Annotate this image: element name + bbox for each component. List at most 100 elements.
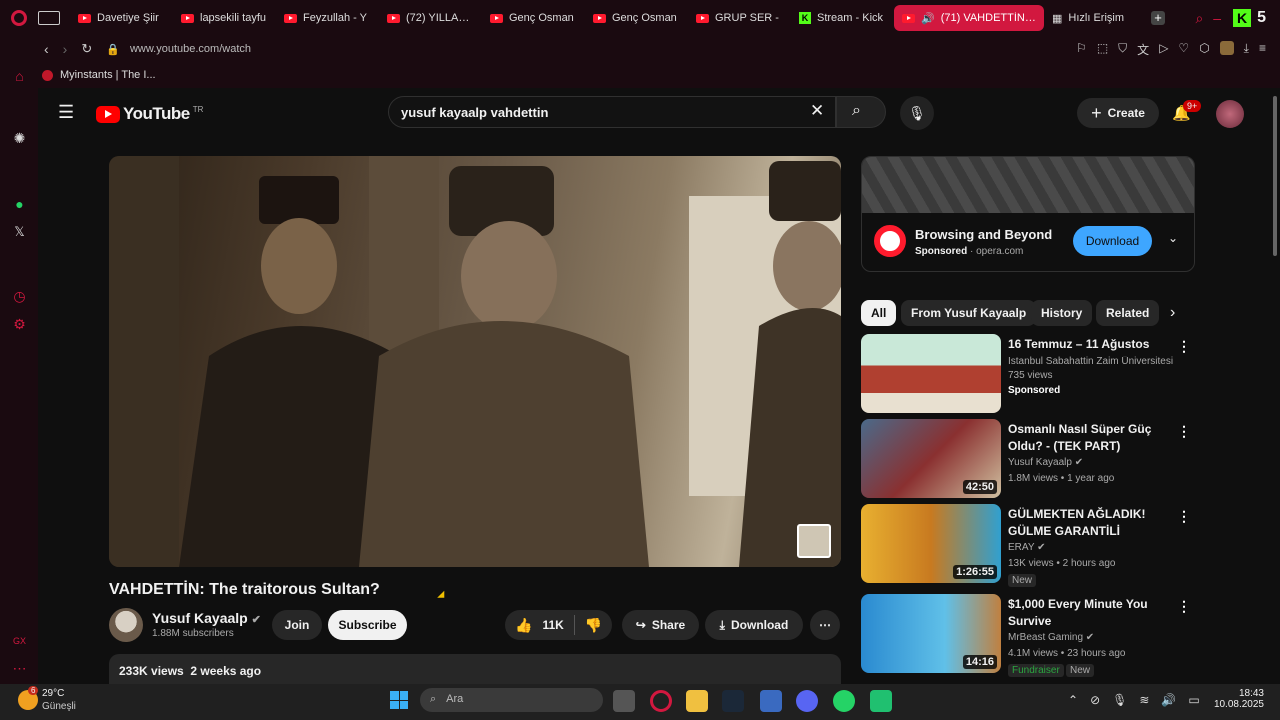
workspaces-icon[interactable] xyxy=(38,11,60,25)
app-icon-2[interactable] xyxy=(870,690,892,712)
tab-3[interactable]: (72) YILLAR U xyxy=(379,5,482,31)
task-view-icon[interactable] xyxy=(613,690,635,712)
channel-name-row[interactable]: Yusuf Kayaalp ✔ xyxy=(152,610,261,626)
battery-icon[interactable]: ▭ xyxy=(1188,693,1199,707)
more-vert-icon[interactable]: ⋮ xyxy=(1177,598,1191,615)
ad-card[interactable]: Browsing and Beyond Sponsored · opera.co… xyxy=(861,156,1195,272)
volume-icon[interactable]: 🔊 xyxy=(1161,693,1176,707)
avatar[interactable] xyxy=(1216,100,1244,128)
heart-icon[interactable]: ♡ xyxy=(1178,41,1189,58)
list-item[interactable]: 14:16 $1,000 Every Minute You Survive Mr… xyxy=(861,594,1201,677)
x-icon[interactable]: 𝕏 xyxy=(11,223,28,240)
gx-icon[interactable]: GX xyxy=(11,633,28,650)
app-icon[interactable] xyxy=(760,690,782,712)
channel-watermark[interactable] xyxy=(797,524,831,558)
more-icon[interactable]: ⋯ xyxy=(11,660,28,677)
new-tab-icon[interactable]: + xyxy=(1151,11,1165,25)
scrollbar[interactable] xyxy=(1270,88,1280,684)
snapshot-icon[interactable]: ⬚ xyxy=(1097,41,1108,58)
more-vert-icon[interactable]: ⋮ xyxy=(1177,338,1191,355)
like-count[interactable]: 11K xyxy=(542,618,563,632)
scrollbar-thumb[interactable] xyxy=(1273,96,1277,256)
extensions-icon[interactable]: ⬡ xyxy=(1199,41,1209,58)
tab-quick-access[interactable]: ▦ Hızlı Erişim xyxy=(1044,5,1147,31)
chip-related[interactable]: Related xyxy=(1096,300,1160,326)
video-player[interactable] xyxy=(109,156,841,567)
taskbar-search-input[interactable]: ⌕ Ara xyxy=(420,688,603,712)
forward-icon[interactable]: › xyxy=(63,41,68,57)
chevron-down-icon[interactable]: ⌄ xyxy=(1168,231,1178,245)
back-icon[interactable]: ‹ xyxy=(44,41,49,57)
history-icon[interactable]: ◷ xyxy=(11,288,28,305)
like-icon[interactable]: 👍 xyxy=(515,617,532,634)
more-vert-icon[interactable]: ⋮ xyxy=(1177,423,1191,440)
clear-search-icon[interactable]: ✕ xyxy=(810,101,824,121)
tab-label: (72) YILLAR U xyxy=(406,12,474,24)
tab-0[interactable]: Davetiye Şiir xyxy=(70,5,173,31)
windows-start-icon[interactable] xyxy=(390,691,408,709)
description-box[interactable]: 233K views 2 weeks ago xyxy=(109,654,841,684)
search-input[interactable]: yusuf kayaalp vahdettin xyxy=(388,96,836,128)
youtube-icon xyxy=(902,13,915,23)
aria-icon[interactable]: ⌂ xyxy=(11,68,28,85)
list-item[interactable]: 1:26:55 GÜLMEKTEN AĞLADIK! GÜLME GARANTİ… xyxy=(861,504,1201,587)
whatsapp-taskbar-icon[interactable] xyxy=(833,690,855,712)
discord-icon[interactable] xyxy=(796,690,818,712)
bookmark-item[interactable]: Myinstants | The I... xyxy=(60,69,156,81)
youtube-icon xyxy=(696,13,709,23)
kick-extension-icon[interactable]: K xyxy=(1233,9,1252,27)
clock[interactable]: 18:43 10.08.2025 xyxy=(1212,688,1264,710)
file-explorer-icon[interactable] xyxy=(686,690,708,712)
translate-icon[interactable]: 文 xyxy=(1137,41,1149,58)
more-vert-icon[interactable]: ⋮ xyxy=(1177,508,1191,525)
chevron-right-icon[interactable]: › xyxy=(1170,304,1175,322)
tab-1[interactable]: lapsekili tayfu xyxy=(173,5,276,31)
settings-icon[interactable]: ⚙ xyxy=(11,316,28,333)
bookmark-icon[interactable]: ⚐ xyxy=(1076,41,1087,58)
tab-7[interactable]: K Stream - Kick xyxy=(791,5,894,31)
opera-gx-taskbar-icon[interactable] xyxy=(650,690,672,712)
list-item[interactable]: 16 Temmuz – 11 Ağustos İstanbul Sabahatt… xyxy=(861,334,1201,414)
search-button[interactable]: ⌕ xyxy=(836,96,886,128)
tab-active[interactable]: 🔊 (71) VAHDETTİN: The xyxy=(894,5,1044,31)
steam-icon[interactable] xyxy=(722,690,744,712)
search-tabs-icon[interactable]: ⌕ xyxy=(1195,10,1203,27)
chatgpt-icon[interactable]: ✺ xyxy=(11,130,28,147)
microphone-icon[interactable]: 🎙 xyxy=(1112,693,1127,707)
adblock-icon[interactable]: ⛉ xyxy=(1118,41,1127,58)
channel-avatar[interactable] xyxy=(109,608,143,642)
chevron-up-icon[interactable]: ⌃ xyxy=(1068,693,1078,707)
share-button[interactable]: ↪ Share xyxy=(622,610,699,640)
ad-download-button[interactable]: Download xyxy=(1073,226,1152,256)
chip-all[interactable]: All xyxy=(861,300,897,326)
url-field[interactable]: www.youtube.com/watch xyxy=(130,43,251,55)
chip-history[interactable]: History xyxy=(1031,300,1093,326)
create-button[interactable]: + Create xyxy=(1077,98,1159,128)
list-item[interactable]: 42:50 Osmanlı Nasıl Süper Güç Oldu? - (T… xyxy=(861,419,1201,499)
whatsapp-icon[interactable]: ● xyxy=(11,196,28,213)
reload-icon[interactable]: ↻ xyxy=(81,41,92,57)
tab-6[interactable]: GRUP SER - xyxy=(688,5,791,31)
menu-icon[interactable]: ≡ xyxy=(1259,41,1266,58)
rec-title: $1,000 Every Minute You Survive xyxy=(1008,597,1148,628)
download-icon[interactable]: ⤓ xyxy=(1244,41,1249,58)
play-icon[interactable]: ▷ xyxy=(1159,41,1168,58)
hamburger-menu-icon[interactable]: ☰ xyxy=(58,102,74,123)
wifi-icon[interactable]: ≋ xyxy=(1139,693,1149,707)
tab-4[interactable]: Genç Osman xyxy=(482,5,585,31)
chip-from-channel[interactable]: From Yusuf Kayaalp xyxy=(901,300,1037,326)
more-actions-button[interactable]: ⋯ xyxy=(810,610,840,640)
voice-search-button[interactable]: 🎙 xyxy=(900,96,934,130)
opera-logo-icon[interactable] xyxy=(0,0,38,36)
network-off-icon[interactable]: ⊘ xyxy=(1090,693,1100,707)
minimize-icon[interactable]: – xyxy=(1213,10,1221,26)
download-button[interactable]: ⤓ Download xyxy=(705,610,803,640)
tab-2[interactable]: Feyzullah - Y xyxy=(276,5,379,31)
join-button[interactable]: Join xyxy=(272,610,322,640)
youtube-icon xyxy=(387,13,400,23)
profile-icon[interactable] xyxy=(1219,40,1234,55)
youtube-logo[interactable]: YouTube TR xyxy=(96,104,203,124)
dislike-icon[interactable]: 👎 xyxy=(585,617,602,634)
tab-5[interactable]: Genç Osman xyxy=(585,5,688,31)
subscribe-button[interactable]: Subscribe xyxy=(328,610,407,640)
